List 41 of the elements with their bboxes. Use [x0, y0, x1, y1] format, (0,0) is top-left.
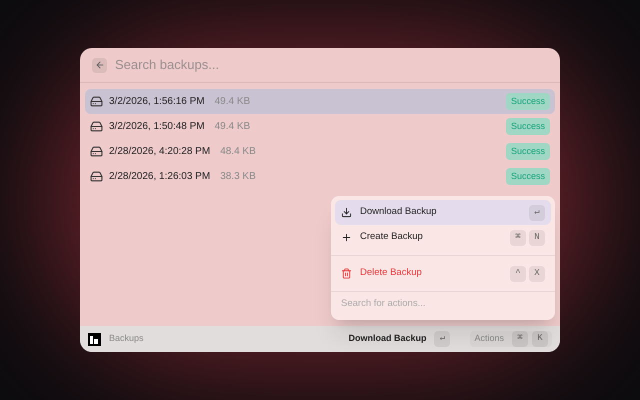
menu-item[interactable]: Delete Backup ^ X: [335, 261, 551, 286]
download-icon: [341, 207, 352, 218]
create-icon: [341, 232, 352, 243]
backup-size: 49.4 KB: [214, 95, 250, 109]
key-hint: ^: [510, 266, 526, 282]
status-badge: Success: [506, 118, 550, 136]
status-badge: Success: [506, 142, 550, 160]
backup-size: 38.3 KB: [220, 170, 256, 184]
status-badge: Success: [506, 92, 550, 110]
footer-title: Backups: [109, 332, 144, 346]
key-hint: X: [529, 266, 545, 282]
backup-row[interactable]: 2/28/2026, 4:20:28 PM 48.4 KB Success: [85, 139, 555, 164]
backup-date: 3/2/2026, 1:56:16 PM: [109, 95, 205, 109]
back-button[interactable]: [92, 58, 107, 72]
drive-icon: [90, 170, 103, 183]
key-hint: K: [532, 331, 548, 347]
backup-date: 3/2/2026, 1:50:48 PM: [109, 120, 205, 134]
drive-icon: [90, 120, 103, 133]
backup-date: 2/28/2026, 1:26:03 PM: [109, 170, 210, 184]
backup-row[interactable]: 3/2/2026, 1:56:16 PM 49.4 KB Success: [85, 89, 555, 114]
drive-icon: [90, 95, 103, 108]
key-hint: ⌘: [510, 230, 526, 246]
key-hint: ↵: [434, 331, 450, 347]
backup-size: 49.4 KB: [214, 120, 250, 134]
primary-action-button[interactable]: Download Backup ↵: [344, 331, 454, 347]
backup-row[interactable]: 3/2/2026, 1:50:48 PM 49.4 KB Success: [85, 114, 555, 139]
backup-row[interactable]: 2/28/2026, 1:26:03 PM 38.3 KB Success: [85, 164, 555, 189]
search-field[interactable]: Search backups...: [115, 55, 548, 75]
app-logo-icon: [88, 332, 101, 346]
delete-icon: [341, 268, 352, 279]
status-badge: Success: [506, 168, 550, 186]
backup-date: 2/28/2026, 4:20:28 PM: [109, 145, 210, 159]
action-search-field[interactable]: Search for actions...: [335, 297, 551, 312]
backup-size: 48.4 KB: [220, 145, 256, 159]
drive-icon: [90, 145, 103, 158]
key-hint: ⌘: [512, 331, 528, 347]
key-hint: N: [529, 230, 545, 246]
menu-item[interactable]: Create Backup ⌘ N: [335, 225, 551, 250]
back-arrow-icon: [94, 60, 104, 70]
key-hint: ↵: [529, 204, 545, 220]
menu-item[interactable]: Download Backup ↵: [335, 200, 551, 225]
